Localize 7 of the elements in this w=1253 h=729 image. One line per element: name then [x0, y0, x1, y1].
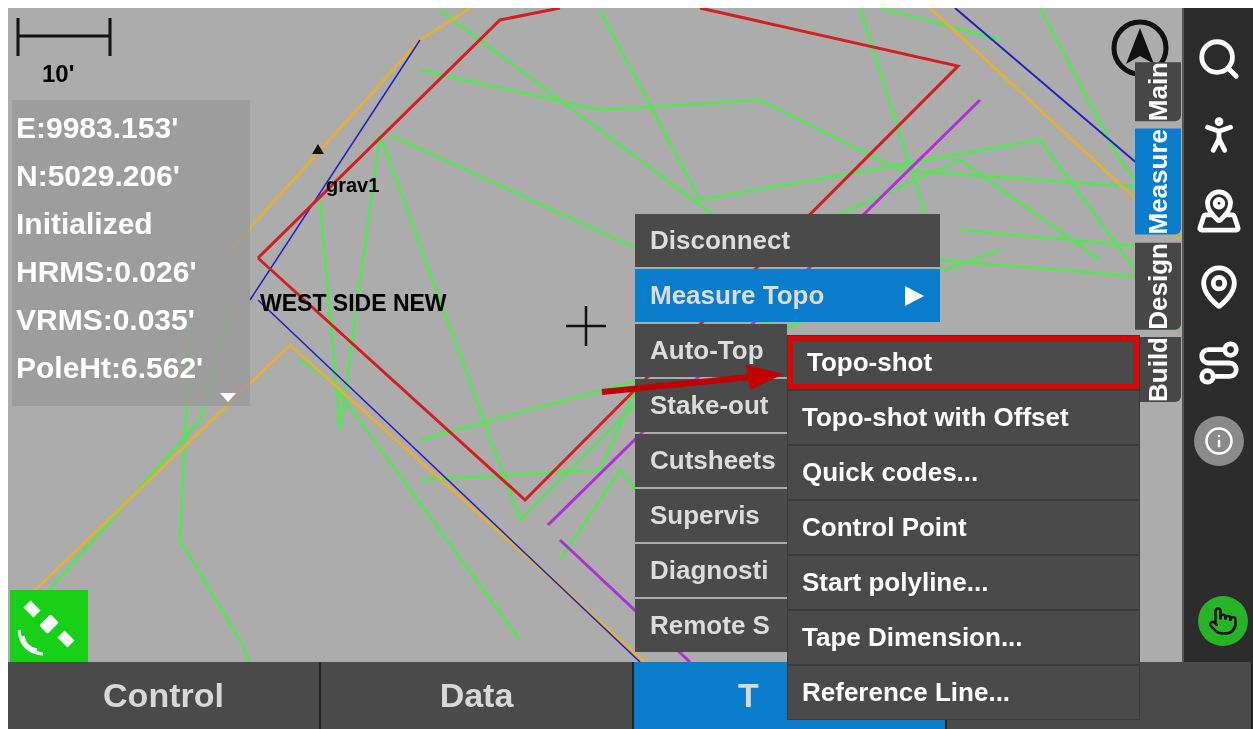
- status-reading: PoleHt:6.562': [16, 351, 205, 385]
- status-reading: VRMS:0.035': [16, 303, 196, 337]
- scale-label: 10': [42, 59, 75, 89]
- status-reading: E:9983.153': [16, 111, 180, 145]
- status-reading: HRMS:0.026': [16, 255, 198, 289]
- status-reading: N:5029.206': [16, 159, 181, 193]
- status-reading: Initialized: [16, 207, 154, 241]
